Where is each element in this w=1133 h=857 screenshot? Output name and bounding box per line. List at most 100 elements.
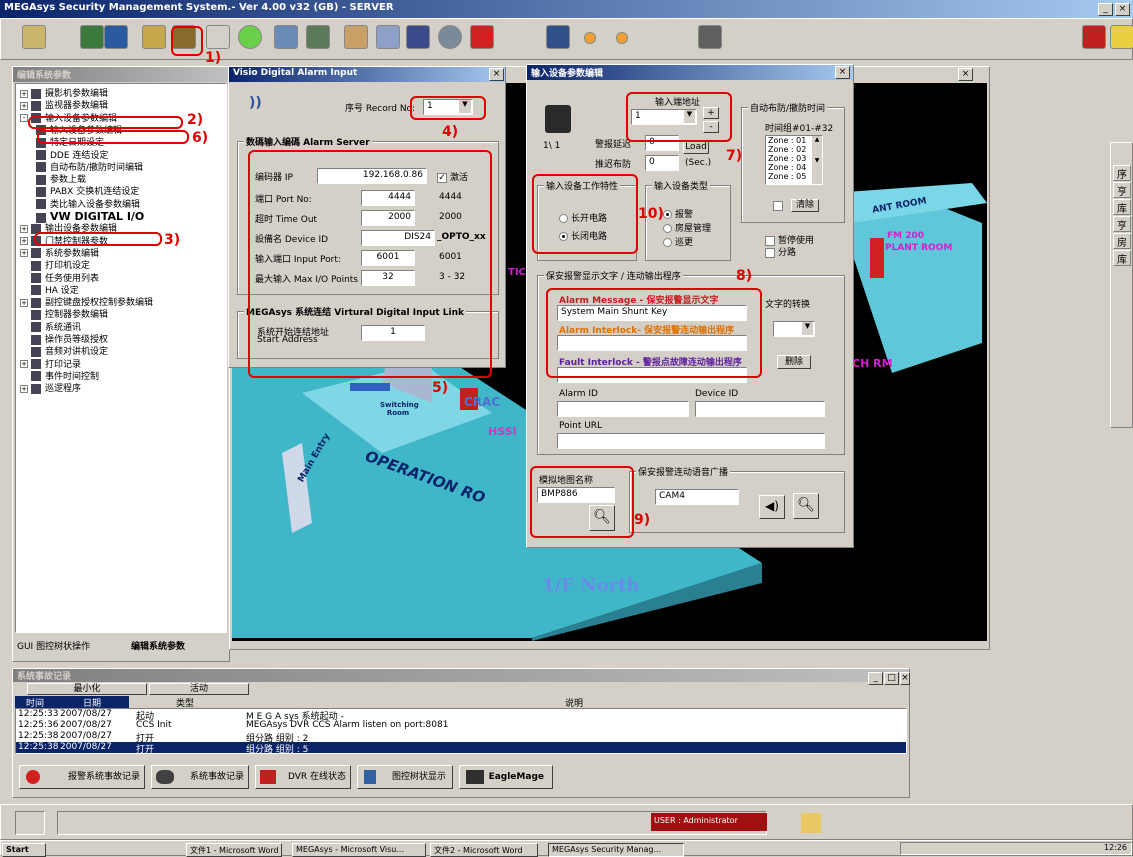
load-button[interactable]: Load — [683, 141, 709, 154]
tab-eaglemage[interactable]: EagleMage — [459, 765, 553, 789]
expand-icon[interactable]: + — [20, 101, 28, 110]
right-toolbar-button[interactable]: 亨 — [1113, 216, 1131, 232]
tab-gui-tree[interactable]: GUI 图控树状操作 — [17, 639, 90, 652]
expand-icon[interactable]: + — [20, 298, 28, 307]
device-id-field[interactable] — [695, 401, 825, 417]
event-min-button[interactable]: _ — [868, 672, 883, 685]
tree-item[interactable]: 系统通讯 — [20, 322, 81, 334]
map-icon[interactable] — [274, 25, 298, 49]
tools-icon[interactable] — [376, 25, 400, 49]
expand-icon[interactable]: + — [20, 89, 28, 98]
tab-active[interactable]: 活动 — [149, 683, 249, 695]
tree-item[interactable]: + 打印记录 — [20, 359, 81, 371]
start-button[interactable]: Start — [2, 843, 46, 857]
printer-icon[interactable] — [698, 25, 722, 49]
tree-item[interactable]: 控制器参数编辑 — [20, 309, 108, 321]
tree-item[interactable]: 打印机设定 — [20, 260, 90, 272]
text-convert-select[interactable]: ▼ — [773, 321, 815, 337]
tab-tree-view[interactable]: 图控树状显示 — [357, 765, 453, 789]
tree-item[interactable]: + 摄影机参数编辑 — [20, 88, 108, 100]
user-icon[interactable] — [22, 25, 46, 49]
led-icon-2[interactable] — [616, 32, 628, 44]
tree-icon[interactable] — [104, 25, 128, 49]
person-icon[interactable] — [344, 25, 368, 49]
expand-icon[interactable]: + — [20, 384, 28, 393]
tree-item[interactable]: VW DIGITAL I/O — [36, 211, 144, 223]
table-row[interactable]: 12:25:38 2007/08/27 打开 组分路 组别 : 2 — [16, 731, 906, 744]
tab-minimize[interactable]: 最小化 — [27, 683, 147, 695]
event-max-button[interactable]: □ — [884, 672, 899, 685]
app-minimize-button[interactable]: _ — [1098, 3, 1113, 16]
table-row[interactable]: 12:25:38 2007/08/27 打开 组分路 组别 : 5 — [16, 742, 906, 753]
taskbar-item-visio[interactable]: MEGAsys - Microsoft Visu... — [292, 843, 426, 857]
alarm-id-field[interactable] — [557, 401, 689, 417]
app-close-button[interactable]: × — [1115, 3, 1130, 16]
zone-scrollbar[interactable]: ▲ ▼ — [812, 136, 822, 184]
table-row[interactable]: 12:25:33 2007/08/27 起动 M E G A sys 系统起动 - — [16, 709, 906, 722]
type-room-radio[interactable]: 房屋管理 — [663, 221, 711, 234]
alarm-person-icon[interactable] — [1082, 25, 1106, 49]
event-close-button[interactable]: × — [900, 672, 910, 685]
keypad-icon[interactable] — [801, 813, 821, 833]
input-dialog-close[interactable]: × — [835, 66, 850, 79]
clear-checkbox[interactable] — [773, 201, 786, 212]
tab-alarm-log[interactable]: 报警系统事故记录 — [19, 765, 145, 789]
type-patrol-radio[interactable]: 巡更 — [663, 235, 693, 248]
point-url-field[interactable] — [557, 433, 825, 449]
arm-delay-field[interactable]: 0 — [645, 155, 679, 171]
green-circle-icon[interactable] — [238, 25, 262, 49]
tree-item[interactable]: PABX 交换机连结设定 — [36, 186, 139, 198]
tab-dvr-status[interactable]: DVR 在线状态 — [255, 765, 351, 789]
taskbar-item-word2[interactable]: 文件2 - Microsoft Word — [430, 843, 538, 857]
speaker-button[interactable]: ◀) — [759, 495, 785, 519]
type-alarm-radio[interactable]: 报警 — [663, 207, 693, 220]
event-table[interactable]: 12:25:33 2007/08/27 起动 M E G A sys 系统起动 -12… — [15, 708, 907, 754]
tab-system-log[interactable]: 系统事故记录 — [151, 765, 249, 789]
grid-icon[interactable] — [80, 25, 104, 49]
tree-item[interactable]: + 巡逻程序 — [20, 383, 81, 395]
color-blocks-icon[interactable] — [470, 25, 494, 49]
tree-item[interactable]: 事件时间控制 — [20, 371, 99, 383]
tree-item[interactable]: 参数上载 — [36, 174, 86, 186]
zone-list[interactable]: Zone : 01 Zone : 02 Zone : 03 Zone : 04 Zone… — [765, 135, 823, 185]
tree-item[interactable]: 音频对讲机设定 — [20, 346, 108, 358]
system-tree[interactable]: + 摄影机参数编辑 + 监视器参数编辑 - 输入设备参数编辑 输入设备参数编辑 特定日期设定 D… — [15, 83, 227, 633]
clear-button[interactable]: 清除 — [791, 199, 819, 212]
led-icon[interactable] — [584, 32, 596, 44]
right-toolbar-button[interactable]: 房 — [1113, 233, 1131, 249]
matrix-icon[interactable] — [306, 25, 330, 49]
right-toolbar-button[interactable]: 序 — [1113, 165, 1131, 181]
right-toolbar-button[interactable]: 库 — [1113, 250, 1131, 266]
dvr-icon[interactable] — [546, 25, 570, 49]
visio-dialog-close[interactable]: × — [489, 68, 504, 81]
right-toolbar-button[interactable]: 库 — [1113, 199, 1131, 215]
keys-icon[interactable] — [142, 25, 166, 49]
disk-icon[interactable] — [438, 25, 462, 49]
right-toolbar-button[interactable]: 亨 — [1113, 182, 1131, 198]
pen-icon[interactable] — [15, 811, 45, 835]
voice-field[interactable]: CAM4 — [655, 489, 739, 505]
bypass-checkbox[interactable]: 分路 — [765, 245, 796, 258]
tab-edit-params[interactable]: 编辑系统参数 — [131, 639, 185, 652]
tree-item[interactable]: 操作员等级授权 — [20, 334, 108, 346]
tree-item[interactable]: + 副控键盘授权控制参数编辑 — [20, 297, 153, 309]
tree-item[interactable]: + 系统参数编辑 — [20, 248, 99, 260]
collapse-icon[interactable]: - — [20, 114, 28, 123]
tree-item[interactable]: + 监视器参数编辑 — [20, 100, 108, 112]
expand-icon[interactable]: + — [20, 360, 28, 369]
tree-item[interactable]: 类比输入设备参数编辑 — [36, 199, 140, 211]
tree-item[interactable]: 自动布防/撤防时间编辑 — [36, 162, 143, 174]
monitor-icon[interactable] — [406, 25, 430, 49]
table-row[interactable]: 12:25:36 2007/08/27 CCS Init MEGAsys DVR CC… — [16, 720, 906, 731]
taskbar-item-megasys[interactable]: MEGAsys Security Manag... — [548, 843, 684, 857]
expand-icon[interactable]: + — [20, 224, 28, 233]
tree-item[interactable]: HA 设定 — [20, 285, 79, 297]
network-icon[interactable] — [206, 25, 230, 49]
help-icon[interactable] — [1110, 25, 1133, 49]
map-close-button[interactable]: × — [958, 68, 973, 81]
delete-button[interactable]: 删除 — [777, 355, 811, 369]
voice-search-button[interactable]: 🔍︎ — [793, 493, 819, 519]
tree-item[interactable]: DDE 连结设定 — [36, 150, 108, 162]
chevron-down-icon[interactable]: ▼ — [802, 322, 813, 335]
taskbar-item-word1[interactable]: 文件1 - Microsoft Word — [186, 843, 282, 857]
